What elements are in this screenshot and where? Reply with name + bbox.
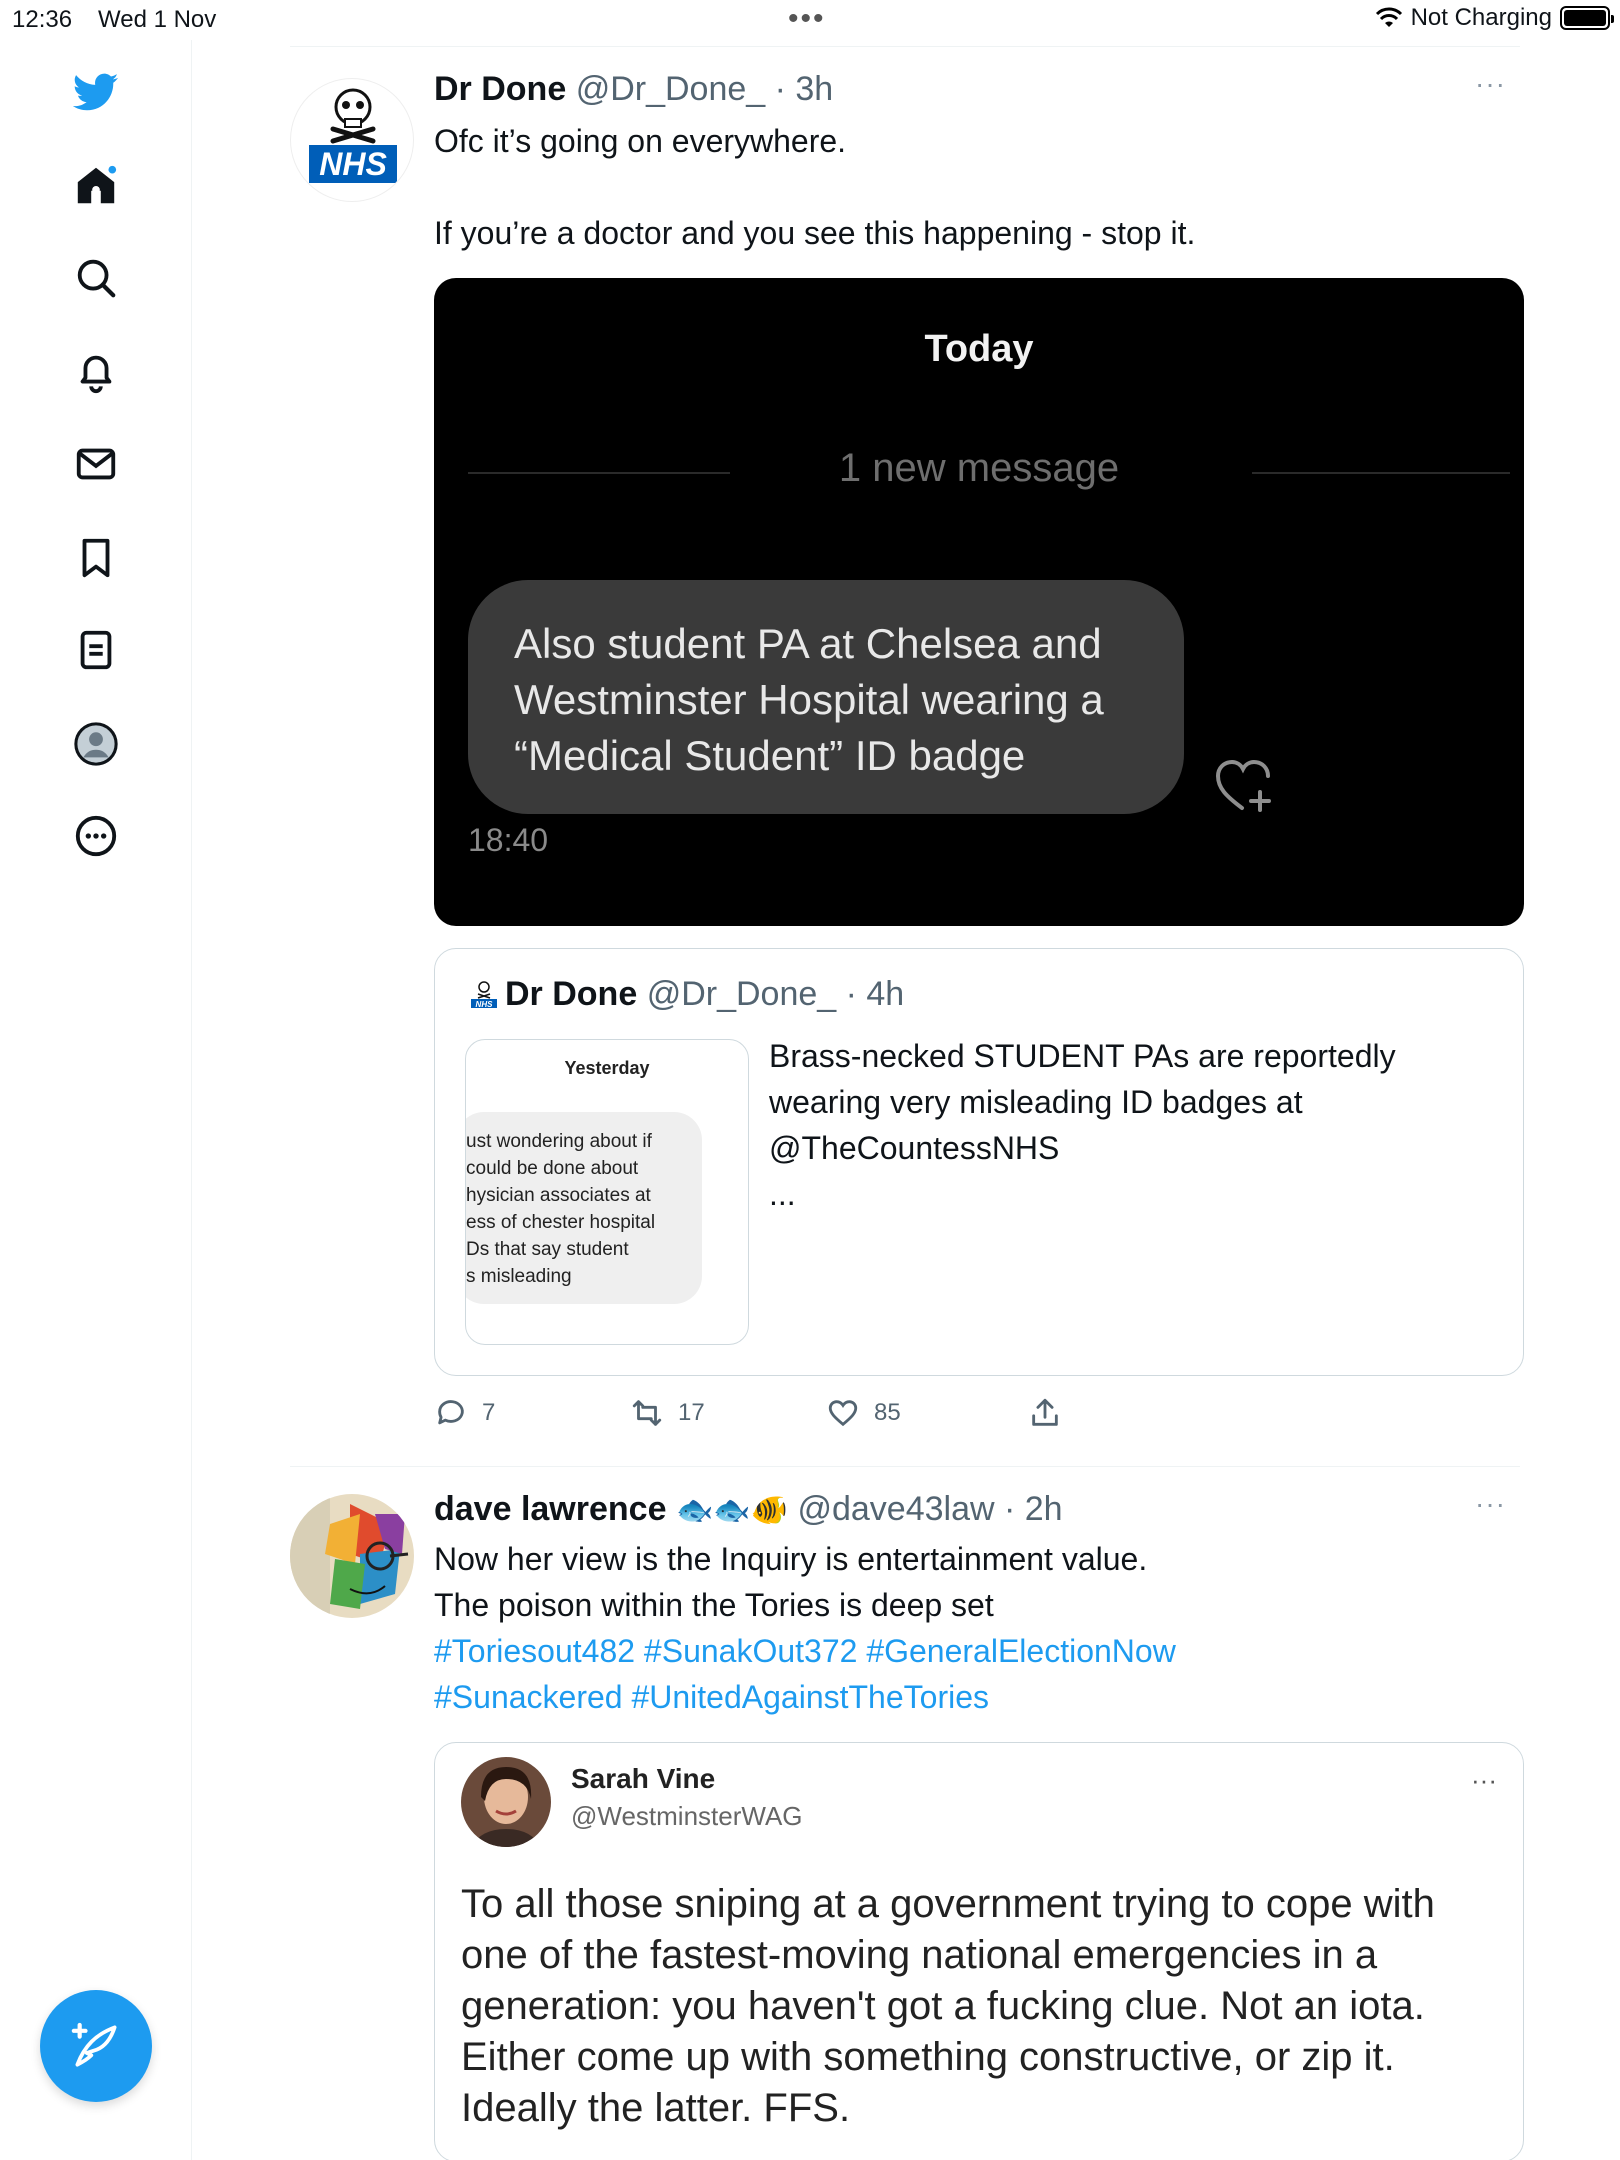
tweet-header: dave lawrence 🐟🐟🐠 @dave43law · 2h: [434, 1490, 1063, 1529]
retweet-button[interactable]: 17: [630, 1396, 705, 1430]
share-button[interactable]: [1028, 1396, 1062, 1430]
like-button[interactable]: 85: [826, 1396, 901, 1430]
avatar[interactable]: NHS: [290, 78, 414, 202]
quoted-handle: @WestminsterWAG: [571, 1801, 803, 1831]
tweet-dr-done[interactable]: NHS Dr Done @Dr_Done_ · 3h ··· Ofc it’s …: [290, 46, 1524, 1466]
thumbnail-line: ess of chester hospital: [466, 1212, 656, 1233]
tweet-dave-lawrence[interactable]: dave lawrence 🐟🐟🐠 @dave43law · 2h ··· No…: [290, 1466, 1524, 2160]
tweet-text-line: Now her view is the Inquiry is entertain…: [434, 1541, 1148, 1577]
status-bar: 12:36 Wed 1 Nov ••• Not Charging: [0, 0, 1620, 40]
tweet-text-line: If you’re a doctor and you see this happ…: [434, 215, 1196, 251]
multitasking-dots[interactable]: •••: [788, 2, 826, 36]
display-name[interactable]: Dr Done: [434, 70, 566, 108]
thumbnail-date-header: Yesterday: [564, 1058, 650, 1078]
hashtag-links[interactable]: #Sunackered #UnitedAgainstTheTories: [434, 1674, 989, 1720]
quoted-more-icon: ···: [1471, 1765, 1497, 1795]
svg-text:NHS: NHS: [476, 1000, 494, 1009]
tweet-actions: 7 17 85: [434, 1396, 1134, 1446]
quoted-tweet-screenshot[interactable]: Sarah Vine @WestminsterWAG ··· To all th…: [434, 1742, 1524, 2160]
status-time: 12:36: [12, 6, 73, 33]
twitter-logo-icon[interactable]: [70, 66, 122, 118]
media-message-bubble: Also student PA at Chelsea and Westminst…: [468, 580, 1184, 814]
display-name[interactable]: dave lawrence: [434, 1490, 666, 1528]
tweet-header: Dr Done @Dr_Done_ · 3h: [434, 70, 833, 109]
quoted-tweet-text: Brass-necked STUDENT PAs are reportedly …: [769, 1033, 1469, 1217]
share-icon: [1032, 1398, 1058, 1426]
thumbnail-message-bubble: ust wondering about if could be done abo…: [466, 1112, 702, 1304]
tweet-text-line: Ofc it’s going on everywhere.: [434, 123, 847, 159]
media-message-time: 18:40: [468, 822, 549, 858]
compose-tweet-button[interactable]: [40, 1990, 152, 2102]
battery-icon: [1560, 6, 1614, 30]
handle-and-time[interactable]: @dave43law · 2h: [797, 1490, 1062, 1528]
quoted-tweet-header: Dr Done @Dr_Done_ · 4h: [505, 975, 904, 1014]
quoted-tweet-body: Brass-necked STUDENT PAs are reportedly …: [769, 1038, 1396, 1166]
search-icon[interactable]: [70, 252, 122, 304]
quoted-tweet-thumbnail[interactable]: Yesterday ust wondering about if could b…: [465, 1039, 749, 1345]
thumbnail-line: hysician associates at: [466, 1185, 651, 1206]
quoted-display-name: Sarah Vine: [571, 1763, 716, 1794]
status-date: Wed 1 Nov: [98, 6, 217, 33]
thumbnail-line: s misleading: [466, 1266, 572, 1287]
thumbnail-line: ust wondering about if: [466, 1131, 652, 1152]
quoted-tweet-ellipsis: ...: [769, 1176, 796, 1212]
bookmark-icon[interactable]: [70, 532, 122, 584]
handle-and-time[interactable]: @Dr_Done_ · 3h: [576, 70, 834, 108]
nhs-logo: NHS: [309, 145, 397, 183]
media-new-message-label: 1 new message: [838, 446, 1120, 490]
status-right: Not Charging: [1375, 4, 1614, 32]
media-date-header: Today: [924, 328, 1034, 370]
person-photo-avatar: [461, 1757, 551, 1847]
thumbnail-line: Ds that say student: [466, 1239, 629, 1260]
more-options-button[interactable]: ···: [1475, 68, 1506, 100]
name-emojis: 🐟🐟🐠: [675, 1493, 788, 1528]
mail-icon[interactable]: [70, 438, 122, 490]
reply-count: 7: [482, 1399, 496, 1426]
avatar: [461, 1757, 551, 1847]
skull-crossbones-icon: [330, 88, 376, 144]
lists-icon[interactable]: [70, 624, 122, 676]
thumbnail-line: could be done about: [466, 1158, 639, 1179]
compose-tweet-icon: [71, 2022, 117, 2067]
hashtag-links[interactable]: #Toriesout482 #SunakOut372 #GeneralElect…: [434, 1628, 1176, 1674]
bell-icon[interactable]: [70, 346, 122, 398]
charging-status: Not Charging: [1410, 4, 1552, 31]
home-icon[interactable]: [70, 160, 122, 212]
avatar[interactable]: [290, 1494, 414, 1618]
reply-icon: [438, 1400, 464, 1425]
quoted-handle-and-time: @Dr_Done_ · 4h: [646, 975, 905, 1013]
abstract-portrait-avatar: [290, 1494, 414, 1618]
heart-icon: [828, 1400, 858, 1427]
heart-plus-icon: [1215, 759, 1271, 812]
quoted-display-name: Dr Done: [505, 975, 638, 1013]
quoted-tweet[interactable]: NHS Dr Done @Dr_Done_ · 4h Yesterday ust…: [434, 948, 1524, 1376]
retweet-icon: [632, 1400, 662, 1426]
nhs-mini-avatar-icon: NHS: [471, 981, 497, 1009]
tweet-text-line: The poison within the Tories is deep set: [434, 1587, 994, 1623]
profile-icon[interactable]: [70, 718, 122, 770]
quoted-tweet-text: To all those sniping at a government try…: [461, 1882, 1435, 2130]
sidebar: [0, 40, 192, 2160]
more-options-button[interactable]: ···: [1475, 1488, 1506, 1520]
wifi-icon: [1375, 7, 1402, 27]
retweet-count: 17: [678, 1399, 705, 1426]
reply-button[interactable]: 7: [434, 1396, 495, 1430]
more-icon[interactable]: [70, 810, 122, 862]
like-count: 85: [874, 1399, 901, 1426]
tweet-media-screenshot[interactable]: Today 1 new message Also student PA at C…: [434, 278, 1524, 926]
